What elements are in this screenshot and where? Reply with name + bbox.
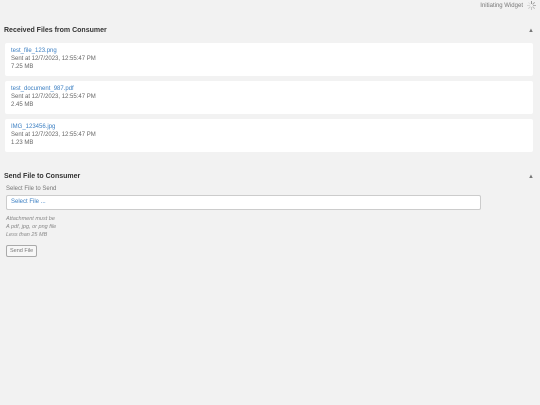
send-file-header: Send File to Consumer ▲ [0, 173, 540, 180]
hint-line: Attachment must be [6, 216, 55, 222]
file-link[interactable]: test_document_987.pdf [11, 86, 527, 92]
file-card: test_file_123.png Sent at 12/7/2023, 12:… [5, 43, 533, 76]
widget-status: Initiating Widget [480, 1, 536, 10]
send-file-button[interactable]: Send File [6, 245, 38, 257]
hint-line: A pdf, jpg, or png file [6, 224, 57, 230]
chevron-up-icon[interactable]: ▲ [528, 28, 534, 34]
file-link[interactable]: IMG_123456.jpg [11, 124, 527, 130]
file-size: 1.23 MB [11, 140, 34, 146]
status-text: Initiating Widget [480, 2, 523, 9]
send-file-title: Send File to Consumer [4, 173, 81, 180]
received-files-title: Received Files from Consumer [4, 27, 107, 34]
received-files-header: Received Files from Consumer ▲ [0, 27, 540, 34]
file-sent-time: Sent at 12/7/2023, 12:55:47 PM [11, 132, 96, 138]
spinner-icon [527, 1, 536, 10]
file-sent-time: Sent at 12/7/2023, 12:55:47 PM [11, 56, 96, 62]
file-card: IMG_123456.jpg Sent at 12/7/2023, 12:55:… [5, 119, 533, 152]
file-size: 7.25 MB [11, 64, 34, 70]
top-bar: Initiating Widget [0, 0, 540, 12]
attachment-hint: Attachment must be A pdf, jpg, or png fi… [6, 215, 481, 239]
file-card: test_document_987.pdf Sent at 12/7/2023,… [5, 81, 533, 114]
file-size: 2.45 MB [11, 102, 34, 108]
send-file-form: Select File to Send Select File ... Atta… [6, 186, 481, 257]
file-select-input[interactable]: Select File ... [6, 195, 481, 210]
chevron-up-icon[interactable]: ▲ [528, 174, 534, 180]
file-field-label: Select File to Send [6, 186, 57, 192]
received-files-list: test_file_123.png Sent at 12/7/2023, 12:… [5, 43, 533, 157]
hint-line: Less than 25 MB [6, 232, 48, 238]
file-sent-time: Sent at 12/7/2023, 12:55:47 PM [11, 94, 96, 100]
file-link[interactable]: test_file_123.png [11, 48, 527, 54]
